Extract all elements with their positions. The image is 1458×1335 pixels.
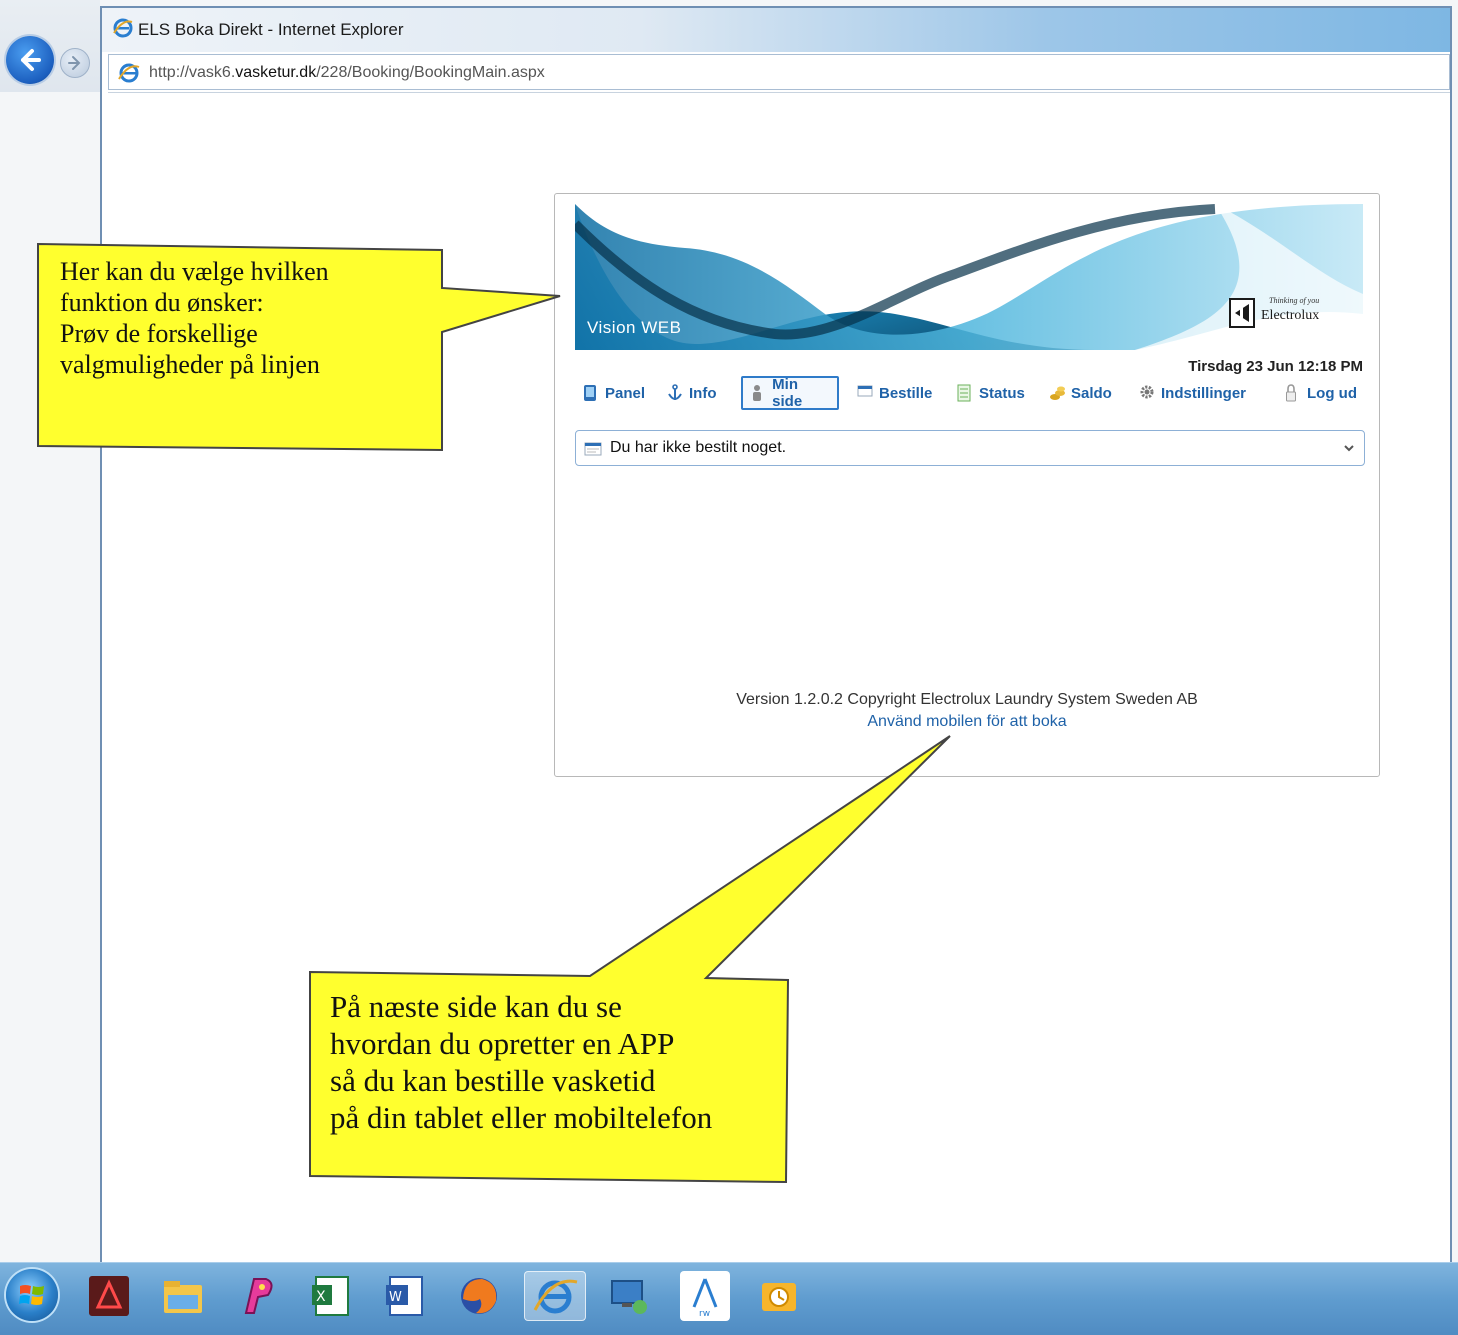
remote-desktop-icon[interactable] — [604, 1271, 654, 1321]
app-rw-icon[interactable]: rw — [680, 1271, 730, 1321]
svg-text:X: X — [316, 1289, 326, 1305]
file-explorer-icon[interactable] — [158, 1271, 208, 1321]
outlook-icon[interactable] — [754, 1271, 804, 1321]
paint-icon[interactable] — [232, 1271, 282, 1321]
screen: ELS Boka Direkt - Internet Explorer http… — [0, 0, 1458, 1335]
excel-icon[interactable]: X — [306, 1271, 356, 1321]
word-icon[interactable]: W — [380, 1271, 430, 1321]
windows-logo-icon — [19, 1285, 44, 1305]
callout-bottom-text: På næste side kan du se hvordan du opret… — [330, 989, 713, 1135]
acrobat-icon[interactable] — [84, 1271, 134, 1321]
callouts-layer — [37, 242, 951, 1184]
callout-top-text: Her kan du vælge hvilken funktion du øns… — [60, 257, 329, 379]
internet-explorer-icon[interactable] — [524, 1271, 586, 1321]
svg-text:W: W — [389, 1290, 402, 1305]
taskbar: X W rw — [0, 1262, 1458, 1335]
start-button[interactable] — [6, 1269, 58, 1321]
firefox-icon[interactable] — [454, 1271, 504, 1321]
svg-text:rw: rw — [699, 1309, 710, 1319]
